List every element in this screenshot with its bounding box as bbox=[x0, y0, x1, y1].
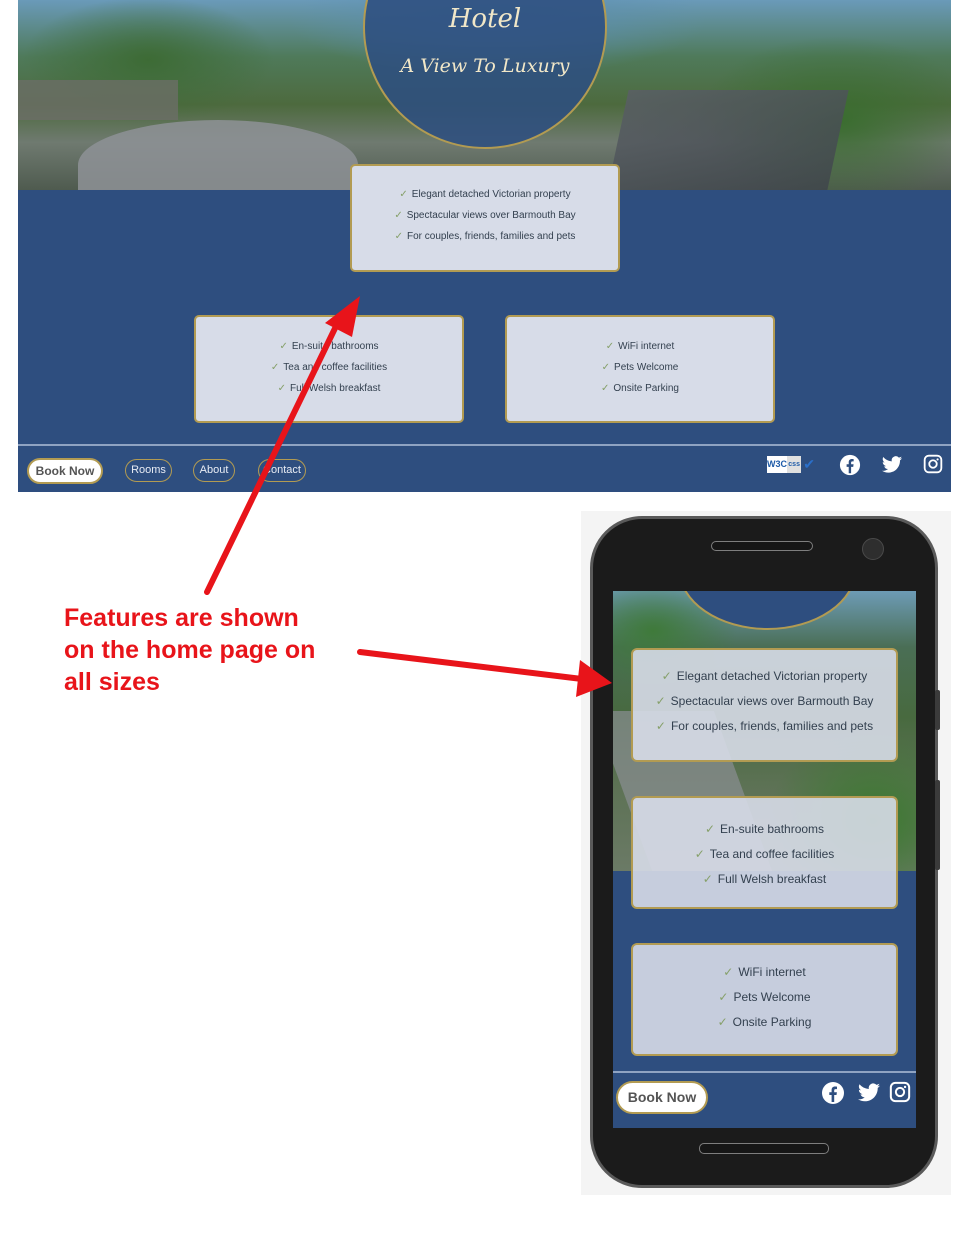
mobile-screen: ✓ Elegant detached Victorian property ✓ Sp… bbox=[613, 591, 916, 1128]
power-button bbox=[935, 780, 940, 870]
feature-item: ✓ For couples, friends, families and pets bbox=[394, 231, 576, 242]
check-icon: ✓ bbox=[601, 362, 611, 373]
feature-item: ✓ WiFi internet bbox=[723, 965, 806, 979]
check-icon: ✓ bbox=[694, 847, 705, 861]
feature-item: ✓ Onsite Parking bbox=[601, 383, 679, 394]
feature-item: ✓ Elegant detached Victorian property bbox=[399, 189, 571, 200]
feature-item: ✓ Spectacular views over Barmouth Bay bbox=[394, 210, 576, 221]
mobile-features-card: ✓ Elegant detached Victorian property ✓ Sp… bbox=[631, 648, 898, 762]
check-icon: ✔ bbox=[803, 456, 815, 472]
feature-item: ✓ Tea and coffee facilities bbox=[270, 362, 388, 373]
check-icon: ✓ bbox=[279, 341, 288, 352]
desktop-screenshot: Hotel A View To Luxury ✓ Elegant detached… bbox=[18, 0, 951, 492]
check-icon: ✓ bbox=[394, 210, 403, 221]
feature-item: ✓ En-suite bathrooms bbox=[279, 341, 379, 352]
feature-item: ✓ Pets Welcome bbox=[718, 990, 811, 1004]
nav-rooms-link[interactable]: Rooms bbox=[125, 459, 172, 482]
check-icon: ✓ bbox=[270, 362, 280, 373]
feature-item: ✓ Full Welsh breakfast bbox=[277, 383, 381, 394]
instagram-icon[interactable] bbox=[889, 1081, 911, 1103]
check-icon: ✓ bbox=[704, 822, 715, 836]
check-icon: ✓ bbox=[661, 669, 672, 683]
phone-speaker bbox=[711, 541, 813, 551]
mobile-footer-divider bbox=[613, 1071, 916, 1073]
twitter-icon[interactable] bbox=[856, 1081, 882, 1105]
road bbox=[78, 120, 358, 190]
rooms-features-card: ✓ En-suite bathrooms ✓ Tea and coffee faci… bbox=[194, 315, 464, 423]
nav-about-link[interactable]: About bbox=[193, 459, 235, 482]
phone-bottom-bar bbox=[699, 1143, 829, 1154]
instagram-icon[interactable] bbox=[923, 454, 943, 474]
houses bbox=[607, 90, 849, 190]
footer-divider bbox=[18, 444, 951, 446]
footer-nav: Book Now Rooms About Contact W3C css ✔ bbox=[18, 454, 951, 486]
volume-button bbox=[935, 690, 940, 730]
feature-item: ✓ Elegant detached Victorian property bbox=[661, 669, 868, 683]
feature-item: ✓ Full Welsh breakfast bbox=[702, 872, 827, 886]
feature-item: ✓ For couples, friends, families and pets bbox=[655, 719, 874, 733]
features-card: ✓ Elegant detached Victorian property ✓ Sp… bbox=[350, 164, 620, 272]
mobile-book-now-button[interactable]: Book Now bbox=[616, 1081, 708, 1114]
twitter-icon[interactable] bbox=[880, 454, 904, 476]
check-icon: ✓ bbox=[717, 1015, 728, 1029]
feature-item: ✓ Spectacular views over Barmouth Bay bbox=[655, 694, 874, 708]
arrow-right-line bbox=[357, 649, 585, 682]
mobile-rooms-features-card: ✓ En-suite bathrooms ✓ Tea and coffee faci… bbox=[631, 796, 898, 909]
check-icon: ✓ bbox=[655, 694, 666, 708]
check-icon: ✓ bbox=[605, 341, 615, 352]
facebook-icon[interactable] bbox=[839, 454, 861, 476]
check-icon: ✓ bbox=[399, 189, 408, 200]
amenities-card: ✓ WiFi internet ✓ Pets Welcome ✓ Onsite Par… bbox=[505, 315, 775, 423]
check-icon: ✓ bbox=[277, 383, 286, 394]
check-icon: ✓ bbox=[723, 965, 734, 979]
feature-item: ✓ Tea and coffee facilities bbox=[694, 847, 835, 861]
feature-item: ✓ WiFi internet bbox=[605, 341, 675, 352]
feature-item: ✓ Onsite Parking bbox=[717, 1015, 812, 1029]
feature-item: ✓ En-suite bathrooms bbox=[704, 822, 825, 836]
check-icon: ✓ bbox=[394, 231, 403, 242]
check-icon: ✓ bbox=[655, 719, 666, 733]
stone-wall bbox=[18, 80, 178, 120]
facebook-icon[interactable] bbox=[821, 1081, 845, 1105]
check-icon: ✓ bbox=[601, 383, 610, 394]
hotel-title: Hotel bbox=[448, 4, 522, 34]
annotation-text: Features are shown on the home page on a… bbox=[64, 604, 316, 696]
w3c-css-badge[interactable]: W3C css ✔ bbox=[767, 456, 815, 473]
nav-contact-link[interactable]: Contact bbox=[258, 459, 306, 482]
camera-icon bbox=[862, 538, 884, 560]
book-now-button[interactable]: Book Now bbox=[27, 458, 103, 484]
mobile-amenities-card: ✓ WiFi internet ✓ Pets Welcome ✓ Onsite Par… bbox=[631, 943, 898, 1056]
feature-item: ✓ Pets Welcome bbox=[601, 362, 679, 373]
check-icon: ✓ bbox=[702, 872, 713, 886]
check-icon: ✓ bbox=[718, 990, 729, 1004]
hotel-tagline: A View To Luxury bbox=[400, 55, 570, 77]
